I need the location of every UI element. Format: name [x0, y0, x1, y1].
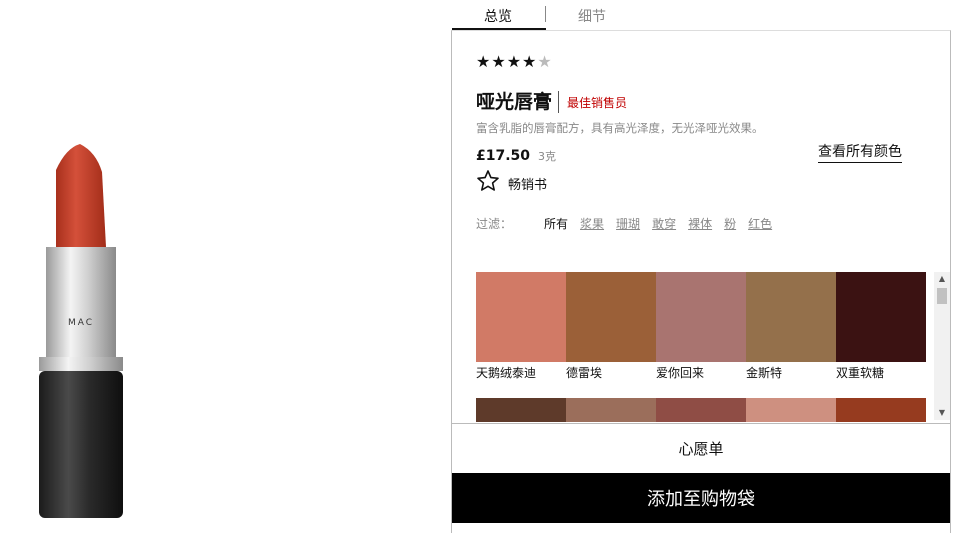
filter-berry[interactable]: 浆果	[580, 215, 604, 232]
shade-swatch[interactable]	[836, 398, 926, 422]
star-full-icon: ★	[522, 52, 538, 71]
swatch-color[interactable]	[746, 398, 836, 422]
product-title: 哑光唇膏	[476, 91, 560, 113]
add-to-bag-button[interactable]: 添加至购物袋	[452, 473, 950, 523]
shade-swatch[interactable]: 爱你回来	[656, 272, 746, 380]
tab-details[interactable]: 细节	[578, 6, 606, 26]
swatch-color[interactable]	[836, 398, 926, 422]
star-half-icon: ★	[537, 52, 553, 71]
filter-all[interactable]: 所有	[544, 215, 568, 232]
swatch-name: 天鹅绒泰迪	[476, 366, 537, 380]
swatch-name: 金斯特	[746, 366, 783, 380]
rating-stars: ★★★★★	[476, 52, 553, 71]
filter-bold[interactable]: 敢穿	[652, 215, 676, 232]
swatch-color[interactable]	[566, 272, 656, 362]
product-weight: 3克	[538, 150, 557, 163]
shade-swatch[interactable]: 德雷埃	[566, 272, 656, 380]
scroll-down-icon[interactable]: ▼	[934, 406, 950, 420]
filter-red[interactable]: 红色	[748, 215, 772, 232]
wishlist-button[interactable]: 心愿单	[452, 423, 950, 473]
swatch-color[interactable]	[476, 398, 566, 422]
star-full-icon: ★	[506, 52, 523, 71]
bestseller-badge: 最佳销售员	[567, 95, 628, 110]
shade-filter: 过滤： 所有 浆果 珊瑚 敢穿 裸体 粉 红色	[476, 215, 784, 232]
shade-swatch[interactable]: 天鹅绒泰迪	[476, 272, 566, 380]
product-price: £17.50	[476, 148, 531, 164]
favorite-row: 畅销书	[476, 168, 547, 193]
tab-overview[interactable]: 总览	[484, 6, 512, 26]
filter-pink[interactable]: 粉	[724, 215, 736, 232]
swatch-name: 爱你回来	[656, 366, 705, 380]
swatch-grid: 天鹅绒泰迪 德雷埃 爱你回来 金斯特 双重软糖	[476, 272, 926, 422]
filter-nude[interactable]: 裸体	[688, 215, 712, 232]
swatch-color[interactable]	[656, 272, 746, 362]
shade-swatch[interactable]: 金斯特	[746, 272, 836, 380]
swatch-color[interactable]	[656, 398, 746, 422]
product-description: 富含乳脂的唇膏配方，具有高光泽度，无光泽哑光效果。	[476, 121, 764, 135]
favorite-label: 畅销书	[508, 178, 548, 193]
product-tabs: 总览 细节	[452, 0, 950, 30]
tab-separator	[545, 6, 546, 22]
price-row: £17.50 3克	[476, 148, 556, 164]
swatch-color[interactable]	[476, 272, 566, 362]
star-outline-icon[interactable]	[476, 169, 500, 193]
swatch-color[interactable]	[566, 398, 656, 422]
swatch-name: 双重软糖	[836, 366, 885, 380]
title-row: 哑光唇膏 最佳销售员	[476, 91, 627, 113]
scroll-up-icon[interactable]: ▲	[934, 272, 950, 286]
svg-text:MAC: MAC	[68, 318, 94, 328]
swatch-color[interactable]	[836, 272, 926, 362]
filter-label: 过滤：	[476, 217, 513, 231]
star-full-icon: ★	[476, 52, 492, 71]
swatch-color[interactable]	[746, 272, 836, 362]
product-image: MAC	[0, 0, 450, 533]
star-full-icon: ★	[491, 52, 507, 71]
scroll-thumb[interactable]	[937, 288, 947, 304]
swatch-name: 德雷埃	[566, 366, 603, 380]
shade-swatch[interactable]	[566, 398, 656, 422]
shade-swatch[interactable]	[656, 398, 746, 422]
filter-coral[interactable]: 珊瑚	[616, 215, 640, 232]
shade-swatch[interactable]: 双重软糖	[836, 272, 926, 380]
swatch-scrollbar[interactable]: ▲ ▼	[934, 272, 950, 420]
shade-swatch-list: 天鹅绒泰迪 德雷埃 爱你回来 金斯特 双重软糖	[476, 272, 926, 422]
shade-swatch[interactable]	[476, 398, 566, 422]
shade-swatch[interactable]	[746, 398, 836, 422]
view-all-colors-link[interactable]: 查看所有颜色	[818, 141, 902, 163]
lipstick-image: MAC	[39, 144, 123, 518]
product-panel: ★★★★★ 哑光唇膏 最佳销售员 富含乳脂的唇膏配方，具有高光泽度，无光泽哑光效…	[451, 30, 951, 533]
